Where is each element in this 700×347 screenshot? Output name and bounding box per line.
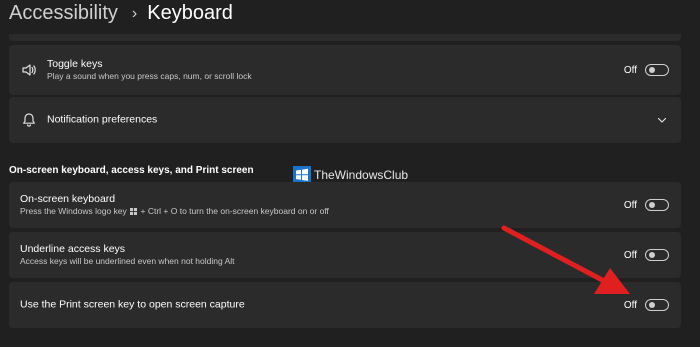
notification-preferences-title: Notification preferences (47, 113, 158, 126)
toggle-keys-description: Play a sound when you press caps, num, o… (47, 71, 252, 81)
onscreen-keyboard-title: On-screen keyboard (20, 193, 116, 205)
toggle-knob (649, 252, 655, 258)
annotation-arrow-icon (501, 225, 630, 294)
toggle-keys-state: Off (623, 64, 637, 76)
toggle-keys-card[interactable]: Toggle keys Play a sound when you press … (9, 45, 681, 95)
speaker-icon (22, 64, 36, 76)
onscreen-keyboard-desc-after: + Ctrl + O to turn the on-screen keyboar… (140, 206, 329, 216)
print-screen-switch[interactable] (645, 299, 669, 311)
notification-preferences-card[interactable]: Notification preferences (9, 97, 681, 143)
bell-icon (23, 113, 35, 127)
toggle-knob (649, 202, 655, 208)
toggle-knob (649, 67, 655, 73)
onscreen-keyboard-state: Off (623, 199, 637, 211)
onscreen-keyboard-description: Press the Windows logo key + Ctrl + O to… (20, 206, 329, 217)
previous-card-edge (9, 34, 681, 41)
section-heading: On-screen keyboard, access keys, and Pri… (9, 165, 254, 176)
underline-access-keys-description: Access keys will be underlined even when… (20, 256, 235, 266)
toggle-keys-switch[interactable] (645, 64, 669, 76)
underline-access-keys-switch[interactable] (645, 249, 669, 261)
windows-logo-icon (130, 207, 138, 215)
chevron-down-icon[interactable] (657, 115, 667, 125)
breadcrumb-parent-link[interactable]: Accessibility (9, 2, 118, 25)
underline-access-keys-title: Underline access keys (20, 243, 126, 255)
page-title: Keyboard (147, 2, 233, 24)
onscreen-keyboard-switch[interactable] (645, 199, 669, 211)
watermark-text: TheWindowsClub (314, 168, 409, 182)
print-screen-title: Use the Print screen key to open screen … (20, 298, 245, 311)
print-screen-state: Off (623, 299, 637, 311)
breadcrumb: Accessibility › Keyboard (9, 2, 233, 25)
onscreen-keyboard-desc-before: Press the Windows logo key (20, 206, 127, 216)
toggle-keys-title: Toggle keys (47, 58, 103, 70)
breadcrumb-separator: › (131, 4, 138, 22)
toggle-knob (649, 302, 655, 308)
